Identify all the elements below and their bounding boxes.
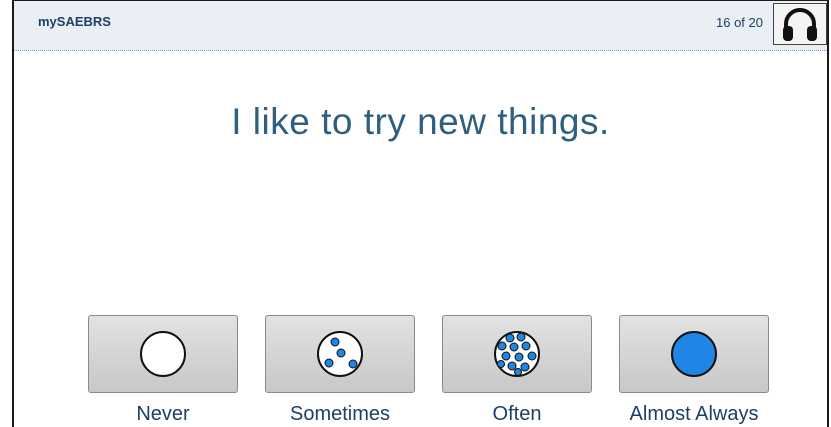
header-bar: mySAEBRS 16 of 20 [14, 1, 827, 51]
many-dots-circle-icon [494, 331, 540, 377]
empty-circle-icon [140, 331, 186, 377]
option-never-button[interactable] [88, 315, 238, 393]
option-often-label: Often [492, 403, 542, 425]
app-title: mySAEBRS [38, 14, 111, 29]
progress-indicator: 16 of 20 [716, 15, 763, 30]
audio-button[interactable] [773, 3, 827, 45]
option-almost-always-label: Almost Always [629, 403, 759, 425]
filled-circle-icon [671, 331, 717, 377]
headphones-icon [783, 8, 817, 41]
option-sometimes-button[interactable] [265, 315, 415, 393]
option-sometimes-label: Sometimes [289, 403, 391, 425]
option-never-label: Never [136, 403, 190, 425]
survey-frame: mySAEBRS 16 of 20 I like to try new thin… [12, 0, 829, 427]
option-almost-always-button[interactable] [619, 315, 769, 393]
few-dots-circle-icon [317, 331, 363, 377]
question-text: I like to try new things. [231, 101, 610, 142]
option-often-button[interactable] [442, 315, 592, 393]
